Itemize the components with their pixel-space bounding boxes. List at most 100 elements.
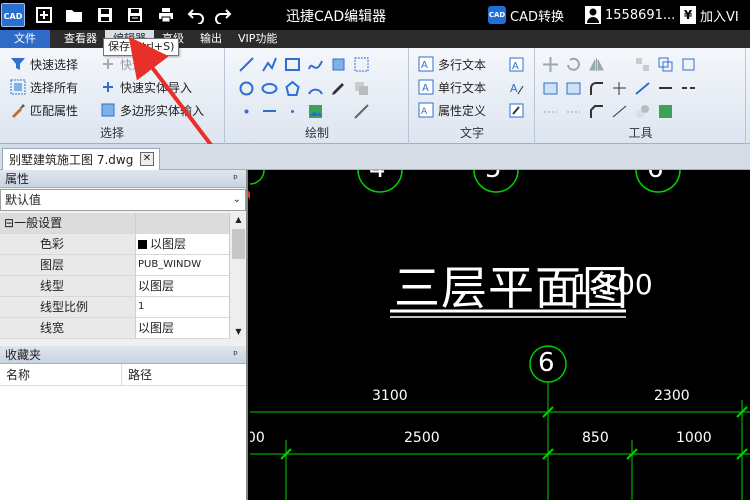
close-icon[interactable]: ✕: [140, 152, 154, 166]
spline-icon[interactable]: [307, 56, 324, 73]
pen-icon[interactable]: [330, 80, 347, 97]
rotate-icon[interactable]: [565, 56, 582, 73]
chevron-down-icon: ⌄: [232, 194, 241, 205]
dimension-value: 850: [582, 430, 609, 446]
menu-output[interactable]: 输出: [192, 30, 230, 48]
mtext-button[interactable]: A 多行文本: [418, 54, 486, 74]
text-pen-icon[interactable]: [508, 102, 525, 119]
menu-vip[interactable]: VIP功能: [230, 30, 285, 48]
print-icon[interactable]: [156, 5, 176, 25]
new-file-icon[interactable]: [34, 5, 54, 25]
text-edit-icon[interactable]: A: [508, 79, 525, 96]
window-icon[interactable]: [542, 80, 559, 97]
property-row[interactable]: 图层 PUB_WINDW: [0, 255, 229, 276]
quick-button-label: 快速…: [120, 57, 157, 72]
line-icon[interactable]: [238, 56, 255, 73]
quick-entity-import-button[interactable]: 快速实体导入: [100, 77, 192, 97]
property-row[interactable]: 线宽 以图层: [0, 318, 229, 339]
rectangle-icon[interactable]: [284, 56, 301, 73]
break-icon[interactable]: [680, 80, 697, 97]
axis-label: 4: [369, 170, 386, 184]
property-group-row[interactable]: ⊟一般设置: [0, 213, 229, 234]
save-as-icon[interactable]: [125, 5, 145, 25]
extend-icon[interactable]: [634, 80, 651, 97]
pin-icon[interactable]: ᵖ: [233, 170, 238, 188]
block-icon[interactable]: [330, 56, 347, 73]
property-key: 线型比例: [0, 297, 136, 317]
ellipse-icon[interactable]: [261, 80, 278, 97]
attribute-define-button[interactable]: A 属性定义: [418, 100, 486, 120]
region-icon[interactable]: [353, 56, 370, 73]
quick-button-dim[interactable]: 快速…: [100, 54, 156, 74]
open-folder-icon[interactable]: [64, 5, 84, 25]
user-account-button[interactable]: 1558691...: [585, 5, 675, 25]
attribute-icon: A: [418, 102, 434, 118]
mirror-icon[interactable]: [588, 56, 605, 73]
explode-icon[interactable]: [680, 56, 697, 73]
polygon-entity-input-button[interactable]: 多边形实体输入: [100, 100, 204, 120]
single-text-button[interactable]: A 单行文本: [418, 77, 486, 97]
move-icon[interactable]: [542, 56, 559, 73]
draw-tools-row-1: [238, 56, 370, 73]
measure-icon[interactable]: [565, 103, 582, 120]
trim-icon[interactable]: [611, 80, 628, 97]
offset-icon[interactable]: [657, 56, 674, 73]
array-icon[interactable]: [634, 56, 651, 73]
group-label-draw: 绘制: [304, 126, 329, 140]
properties-selector[interactable]: 默认值 ⌄: [0, 189, 246, 211]
group-icon[interactable]: [657, 103, 674, 120]
brush-icon: [10, 102, 26, 118]
properties-scrollbar[interactable]: ▲ ▼: [229, 213, 246, 339]
scroll-up-icon[interactable]: ▲: [230, 213, 247, 227]
tools-row-1: [542, 56, 697, 73]
quick-select-button[interactable]: 快速选择: [10, 54, 78, 74]
cad-convert-button[interactable]: CAD CAD转换: [488, 5, 564, 25]
dimension-icon[interactable]: [542, 103, 559, 120]
circle-icon[interactable]: [238, 80, 255, 97]
property-row[interactable]: 线型比例 1: [0, 297, 229, 318]
column-header-path[interactable]: 路径: [122, 364, 152, 385]
dot-icon[interactable]: [284, 103, 301, 120]
match-properties-button[interactable]: 匹配属性: [10, 100, 78, 120]
undo-icon[interactable]: [186, 5, 206, 25]
polygon-draw-icon[interactable]: [284, 80, 301, 97]
line-tool-icon[interactable]: [353, 103, 370, 120]
ribbon-group-draw: 绘制: [226, 48, 409, 144]
mtext-icon: A: [418, 56, 434, 72]
chamfer-icon[interactable]: [588, 103, 605, 120]
menu-viewer[interactable]: 查看器: [56, 30, 105, 48]
hatch-icon[interactable]: [261, 103, 278, 120]
quick-select-label: 快速选择: [30, 57, 79, 72]
join-icon[interactable]: [657, 80, 674, 97]
polyline-icon[interactable]: [261, 56, 278, 73]
property-row[interactable]: 线型 以图层: [0, 276, 229, 297]
join-vip-button[interactable]: ¥ 加入VI: [680, 5, 739, 25]
document-tab[interactable]: 别墅建筑施工图 7.dwg ✕: [2, 148, 160, 170]
group-label-text: 文字: [459, 126, 484, 140]
point-icon[interactable]: [238, 103, 255, 120]
text-style-icon[interactable]: A: [508, 56, 525, 73]
copy-icon[interactable]: [353, 80, 370, 97]
ribbon: 快速选择 选择所有 匹配属性 快速… 快速实体导入 多边形实体输入 选择 绘制 …: [0, 48, 750, 144]
pin-icon[interactable]: ᵖ: [233, 346, 238, 364]
stretch-icon[interactable]: [611, 103, 628, 120]
column-header-name[interactable]: 名称: [0, 364, 122, 385]
save-icon[interactable]: [95, 5, 115, 25]
collapse-icon[interactable]: ⊟: [4, 216, 14, 230]
image-icon[interactable]: [307, 103, 324, 120]
window2-icon[interactable]: [565, 80, 582, 97]
scroll-thumb[interactable]: [232, 229, 245, 259]
fillet-icon[interactable]: [588, 80, 605, 97]
scroll-down-icon[interactable]: ▼: [230, 325, 247, 339]
drawing-canvas[interactable]: 4 5 6 三层平面图 1:100 6 3100 2300 600 2500 8…: [250, 170, 750, 500]
app-title: 迅捷CAD编辑器: [286, 9, 387, 25]
property-row[interactable]: 色彩 以图层: [0, 234, 229, 255]
redo-icon[interactable]: [213, 5, 233, 25]
select-all-button[interactable]: 选择所有: [10, 77, 78, 97]
text-tools-col: A A: [508, 56, 525, 119]
dimension-value: 3100: [372, 388, 408, 404]
app-logo-icon[interactable]: CAD: [1, 3, 25, 27]
scale-icon[interactable]: [634, 103, 651, 120]
arc-icon[interactable]: [307, 80, 324, 97]
menu-file[interactable]: 文件: [0, 30, 50, 48]
